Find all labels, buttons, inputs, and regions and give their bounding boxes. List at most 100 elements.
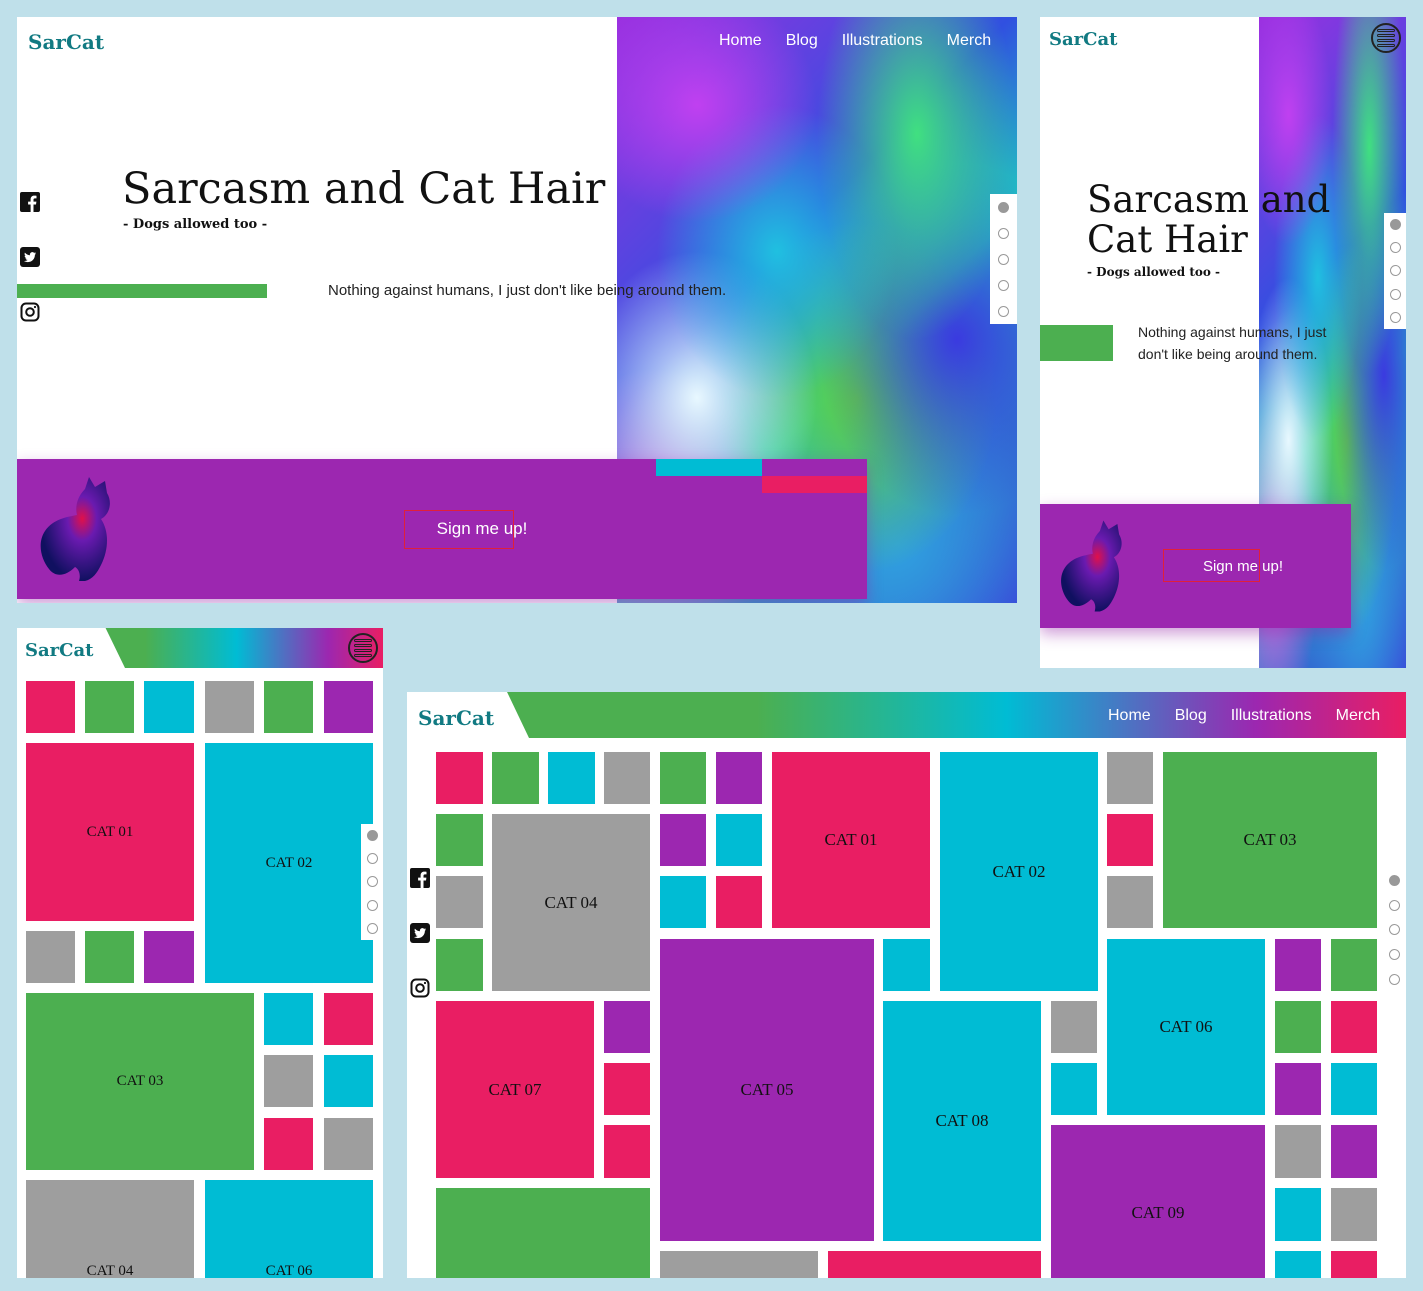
page-dot-5[interactable] <box>998 305 1009 317</box>
page-dot-3[interactable] <box>1388 924 1400 936</box>
nav-home[interactable]: Home <box>1108 707 1151 725</box>
tile[interactable] <box>1331 1001 1377 1053</box>
gallery-tile-cat-09[interactable]: CAT 09 <box>1051 1125 1265 1278</box>
tile[interactable] <box>604 752 650 804</box>
tile[interactable] <box>716 876 762 928</box>
twitter-icon[interactable] <box>410 923 430 943</box>
tile[interactable] <box>1051 1063 1097 1115</box>
gallery-tile-cat-03[interactable]: CAT 03 <box>1163 752 1377 928</box>
menu-icon[interactable] <box>1371 23 1401 53</box>
tile[interactable] <box>1331 939 1377 991</box>
logo[interactable]: SarCat <box>28 30 104 54</box>
logo[interactable]: SarCat <box>25 640 93 661</box>
tile[interactable] <box>264 1118 313 1170</box>
page-dot-3[interactable] <box>998 253 1009 265</box>
gallery-tile-cat-02[interactable]: CAT 02 <box>940 752 1098 991</box>
tile[interactable] <box>492 752 539 804</box>
tile[interactable] <box>324 1118 373 1170</box>
tile[interactable] <box>604 1001 650 1053</box>
instagram-icon[interactable] <box>20 302 40 322</box>
page-dot-2[interactable] <box>1389 242 1401 254</box>
page-dot-1[interactable] <box>1389 219 1401 231</box>
tile[interactable] <box>1275 1063 1321 1115</box>
tile[interactable] <box>26 931 75 983</box>
tile[interactable] <box>883 939 930 991</box>
logo[interactable]: SarCat <box>418 706 494 730</box>
nav-blog[interactable]: Blog <box>786 32 818 50</box>
tile[interactable] <box>324 1055 373 1107</box>
tile[interactable] <box>1331 1125 1377 1178</box>
logo[interactable]: SarCat <box>1049 29 1117 50</box>
tile[interactable] <box>436 814 483 866</box>
tile[interactable] <box>716 814 762 866</box>
tile[interactable] <box>1275 1125 1321 1178</box>
tile[interactable] <box>548 752 595 804</box>
page-dot-4[interactable] <box>366 899 378 911</box>
page-dot-1[interactable] <box>998 201 1009 213</box>
tile[interactable] <box>660 814 706 866</box>
page-dot-2[interactable] <box>998 227 1009 239</box>
tile[interactable] <box>828 1251 1041 1278</box>
facebook-icon[interactable] <box>410 868 430 888</box>
nav-merch[interactable]: Merch <box>947 32 991 50</box>
tile[interactable] <box>85 681 134 733</box>
tile[interactable] <box>1051 1001 1097 1053</box>
tile[interactable] <box>324 993 373 1045</box>
tile[interactable] <box>660 1251 818 1278</box>
nav-blog[interactable]: Blog <box>1175 707 1207 725</box>
page-dot-4[interactable] <box>1388 949 1400 961</box>
tile[interactable] <box>1107 814 1153 866</box>
signup-button[interactable]: Sign me up! <box>1188 549 1298 583</box>
tile[interactable] <box>1331 1251 1377 1278</box>
tile[interactable] <box>1331 1188 1377 1241</box>
gallery-tile-cat-08[interactable]: CAT 08 <box>883 1001 1041 1241</box>
tile[interactable] <box>1275 1001 1321 1053</box>
tile[interactable] <box>604 1125 650 1178</box>
tile[interactable] <box>264 1055 313 1107</box>
gallery-tile-cat-01[interactable]: CAT 01 <box>26 743 194 921</box>
tile[interactable] <box>85 931 134 983</box>
tile[interactable] <box>144 931 194 983</box>
gallery-tile-cat-06[interactable]: CAT 06 <box>205 1180 373 1278</box>
page-dot-2[interactable] <box>366 853 378 865</box>
gallery-tile-cat-06[interactable]: CAT 06 <box>1107 939 1265 1115</box>
tile[interactable] <box>1275 1188 1321 1241</box>
page-dot-3[interactable] <box>366 876 378 888</box>
tile[interactable] <box>1275 939 1321 991</box>
tile[interactable] <box>436 752 483 804</box>
gallery-tile-cat-05[interactable]: CAT 05 <box>660 939 874 1241</box>
facebook-icon[interactable] <box>20 192 40 212</box>
tile[interactable] <box>205 681 254 733</box>
page-dot-4[interactable] <box>1389 288 1401 300</box>
nav-home[interactable]: Home <box>719 32 762 50</box>
page-dot-3[interactable] <box>1389 265 1401 277</box>
nav-illustrations[interactable]: Illustrations <box>1231 707 1312 725</box>
gallery-tile-cat-04[interactable]: CAT 04 <box>26 1180 194 1278</box>
tile[interactable] <box>1331 1063 1377 1115</box>
tile[interactable] <box>264 681 313 733</box>
page-dot-1[interactable] <box>1388 874 1400 886</box>
signup-button[interactable]: Sign me up! <box>417 509 547 549</box>
menu-icon[interactable] <box>348 633 378 663</box>
nav-illustrations[interactable]: Illustrations <box>842 32 923 50</box>
tile[interactable] <box>1275 1251 1321 1278</box>
gallery-tile-cat-03[interactable]: CAT 03 <box>26 993 254 1170</box>
twitter-icon[interactable] <box>20 247 40 267</box>
gallery-tile-cat-01[interactable]: CAT 01 <box>772 752 930 928</box>
page-dot-5[interactable] <box>366 922 378 934</box>
gallery-tile-cat-04[interactable]: CAT 04 <box>492 814 650 991</box>
tile[interactable] <box>436 1188 650 1278</box>
tile[interactable] <box>1107 876 1153 928</box>
page-dot-1[interactable] <box>366 830 378 842</box>
tile[interactable] <box>716 752 762 804</box>
tile[interactable] <box>144 681 194 733</box>
tile[interactable] <box>324 681 373 733</box>
instagram-icon[interactable] <box>410 978 430 998</box>
tile[interactable] <box>436 939 483 991</box>
gallery-tile-cat-02[interactable]: CAT 02 <box>205 743 373 983</box>
tile[interactable] <box>604 1063 650 1115</box>
gallery-tile-cat-07[interactable]: CAT 07 <box>436 1001 594 1178</box>
page-dot-4[interactable] <box>998 279 1009 291</box>
tile[interactable] <box>436 876 483 928</box>
tile[interactable] <box>1107 752 1153 804</box>
